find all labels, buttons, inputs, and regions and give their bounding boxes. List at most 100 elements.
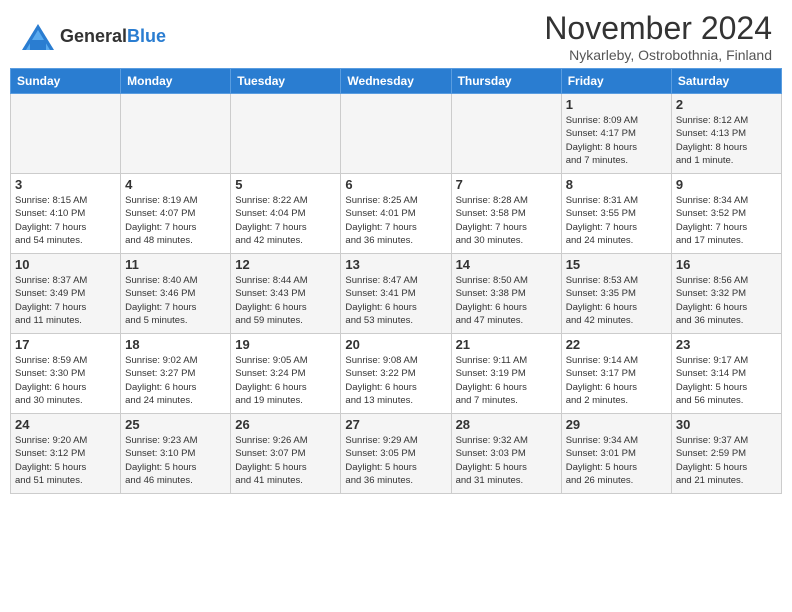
day-number: 15 bbox=[566, 257, 667, 272]
calendar-cell bbox=[341, 94, 451, 174]
calendar-cell: 1 Sunrise: 8:09 AMSunset: 4:17 PMDaylight… bbox=[561, 94, 671, 174]
calendar-cell: 2 Sunrise: 8:12 AMSunset: 4:13 PMDaylight… bbox=[671, 94, 781, 174]
day-info: Sunrise: 9:08 AMSunset: 3:22 PMDaylight:… bbox=[345, 354, 446, 407]
calendar-header-row: SundayMondayTuesdayWednesdayThursdayFrid… bbox=[11, 69, 782, 94]
logo: GeneralBlue bbox=[20, 22, 166, 52]
day-number: 10 bbox=[15, 257, 116, 272]
day-number: 16 bbox=[676, 257, 777, 272]
calendar-cell: 20 Sunrise: 9:08 AMSunset: 3:22 PMDayligh… bbox=[341, 334, 451, 414]
calendar-cell: 24 Sunrise: 9:20 AMSunset: 3:12 PMDayligh… bbox=[11, 414, 121, 494]
day-info: Sunrise: 9:29 AMSunset: 3:05 PMDaylight:… bbox=[345, 434, 446, 487]
day-info: Sunrise: 8:44 AMSunset: 3:43 PMDaylight:… bbox=[235, 274, 336, 327]
calendar-week-4: 24 Sunrise: 9:20 AMSunset: 3:12 PMDayligh… bbox=[11, 414, 782, 494]
day-number: 11 bbox=[125, 257, 226, 272]
day-number: 8 bbox=[566, 177, 667, 192]
day-number: 26 bbox=[235, 417, 336, 432]
day-number: 22 bbox=[566, 337, 667, 352]
day-number: 24 bbox=[15, 417, 116, 432]
header: GeneralBlue November 2024 Nykarleby, Ost… bbox=[0, 0, 792, 68]
day-info: Sunrise: 9:37 AMSunset: 2:59 PMDaylight:… bbox=[676, 434, 777, 487]
calendar-cell: 14 Sunrise: 8:50 AMSunset: 3:38 PMDayligh… bbox=[451, 254, 561, 334]
day-number: 25 bbox=[125, 417, 226, 432]
day-info: Sunrise: 9:32 AMSunset: 3:03 PMDaylight:… bbox=[456, 434, 557, 487]
calendar-cell: 23 Sunrise: 9:17 AMSunset: 3:14 PMDayligh… bbox=[671, 334, 781, 414]
calendar-header-tuesday: Tuesday bbox=[231, 69, 341, 94]
day-info: Sunrise: 8:31 AMSunset: 3:55 PMDaylight:… bbox=[566, 194, 667, 247]
day-info: Sunrise: 8:59 AMSunset: 3:30 PMDaylight:… bbox=[15, 354, 116, 407]
calendar-table: SundayMondayTuesdayWednesdayThursdayFrid… bbox=[10, 68, 782, 494]
calendar-cell: 4 Sunrise: 8:19 AMSunset: 4:07 PMDaylight… bbox=[121, 174, 231, 254]
calendar-week-2: 10 Sunrise: 8:37 AMSunset: 3:49 PMDayligh… bbox=[11, 254, 782, 334]
day-number: 27 bbox=[345, 417, 446, 432]
day-number: 14 bbox=[456, 257, 557, 272]
day-number: 6 bbox=[345, 177, 446, 192]
calendar-cell bbox=[11, 94, 121, 174]
calendar-week-1: 3 Sunrise: 8:15 AMSunset: 4:10 PMDaylight… bbox=[11, 174, 782, 254]
calendar-cell bbox=[121, 94, 231, 174]
day-number: 12 bbox=[235, 257, 336, 272]
calendar-week-0: 1 Sunrise: 8:09 AMSunset: 4:17 PMDaylight… bbox=[11, 94, 782, 174]
calendar-cell: 12 Sunrise: 8:44 AMSunset: 3:43 PMDayligh… bbox=[231, 254, 341, 334]
day-number: 4 bbox=[125, 177, 226, 192]
calendar-cell: 11 Sunrise: 8:40 AMSunset: 3:46 PMDayligh… bbox=[121, 254, 231, 334]
calendar-cell: 8 Sunrise: 8:31 AMSunset: 3:55 PMDaylight… bbox=[561, 174, 671, 254]
day-number: 5 bbox=[235, 177, 336, 192]
day-number: 29 bbox=[566, 417, 667, 432]
day-info: Sunrise: 8:12 AMSunset: 4:13 PMDaylight:… bbox=[676, 114, 777, 167]
calendar-header-saturday: Saturday bbox=[671, 69, 781, 94]
calendar-cell: 17 Sunrise: 8:59 AMSunset: 3:30 PMDayligh… bbox=[11, 334, 121, 414]
day-number: 1 bbox=[566, 97, 667, 112]
calendar-header-wednesday: Wednesday bbox=[341, 69, 451, 94]
day-info: Sunrise: 8:15 AMSunset: 4:10 PMDaylight:… bbox=[15, 194, 116, 247]
day-info: Sunrise: 8:22 AMSunset: 4:04 PMDaylight:… bbox=[235, 194, 336, 247]
logo-icon bbox=[20, 22, 56, 52]
day-info: Sunrise: 9:02 AMSunset: 3:27 PMDaylight:… bbox=[125, 354, 226, 407]
calendar-cell: 22Sunrise: 9:14 AMSunset: 3:17 PMDayligh… bbox=[561, 334, 671, 414]
day-number: 30 bbox=[676, 417, 777, 432]
calendar-cell: 7Sunrise: 8:28 AMSunset: 3:58 PMDaylight… bbox=[451, 174, 561, 254]
calendar-cell: 29Sunrise: 9:34 AMSunset: 3:01 PMDayligh… bbox=[561, 414, 671, 494]
calendar-cell bbox=[231, 94, 341, 174]
day-number: 7 bbox=[456, 177, 557, 192]
calendar-header-sunday: Sunday bbox=[11, 69, 121, 94]
day-number: 23 bbox=[676, 337, 777, 352]
calendar-cell: 13Sunrise: 8:47 AMSunset: 3:41 PMDayligh… bbox=[341, 254, 451, 334]
calendar-cell: 30 Sunrise: 9:37 AMSunset: 2:59 PMDayligh… bbox=[671, 414, 781, 494]
location-title: Nykarleby, Ostrobothnia, Finland bbox=[544, 47, 772, 63]
calendar-cell: 26Sunrise: 9:26 AMSunset: 3:07 PMDayligh… bbox=[231, 414, 341, 494]
day-number: 3 bbox=[15, 177, 116, 192]
day-info: Sunrise: 9:11 AMSunset: 3:19 PMDaylight:… bbox=[456, 354, 557, 407]
calendar-cell: 16 Sunrise: 8:56 AMSunset: 3:32 PMDayligh… bbox=[671, 254, 781, 334]
calendar-cell: 5 Sunrise: 8:22 AMSunset: 4:04 PMDaylight… bbox=[231, 174, 341, 254]
calendar-cell: 9Sunrise: 8:34 AMSunset: 3:52 PMDaylight… bbox=[671, 174, 781, 254]
calendar-cell: 28Sunrise: 9:32 AMSunset: 3:03 PMDayligh… bbox=[451, 414, 561, 494]
calendar-header-thursday: Thursday bbox=[451, 69, 561, 94]
day-number: 18 bbox=[125, 337, 226, 352]
day-info: Sunrise: 9:20 AMSunset: 3:12 PMDaylight:… bbox=[15, 434, 116, 487]
day-info: Sunrise: 8:19 AMSunset: 4:07 PMDaylight:… bbox=[125, 194, 226, 247]
calendar-cell: 18 Sunrise: 9:02 AMSunset: 3:27 PMDayligh… bbox=[121, 334, 231, 414]
calendar-cell: 27 Sunrise: 9:29 AMSunset: 3:05 PMDayligh… bbox=[341, 414, 451, 494]
day-number: 9 bbox=[676, 177, 777, 192]
calendar-cell: 21Sunrise: 9:11 AMSunset: 3:19 PMDayligh… bbox=[451, 334, 561, 414]
day-info: Sunrise: 9:17 AMSunset: 3:14 PMDaylight:… bbox=[676, 354, 777, 407]
title-section: November 2024 Nykarleby, Ostrobothnia, F… bbox=[544, 10, 772, 63]
calendar-cell bbox=[451, 94, 561, 174]
day-info: Sunrise: 8:09 AMSunset: 4:17 PMDaylight:… bbox=[566, 114, 667, 167]
day-info: Sunrise: 8:37 AMSunset: 3:49 PMDaylight:… bbox=[15, 274, 116, 327]
day-info: Sunrise: 8:40 AMSunset: 3:46 PMDaylight:… bbox=[125, 274, 226, 327]
page-container: GeneralBlue November 2024 Nykarleby, Ost… bbox=[0, 0, 792, 612]
logo-text: GeneralBlue bbox=[60, 26, 166, 47]
calendar-header-friday: Friday bbox=[561, 69, 671, 94]
day-number: 2 bbox=[676, 97, 777, 112]
day-info: Sunrise: 9:05 AMSunset: 3:24 PMDaylight:… bbox=[235, 354, 336, 407]
day-info: Sunrise: 8:50 AMSunset: 3:38 PMDaylight:… bbox=[456, 274, 557, 327]
day-number: 13 bbox=[345, 257, 446, 272]
calendar-cell: 3 Sunrise: 8:15 AMSunset: 4:10 PMDaylight… bbox=[11, 174, 121, 254]
day-info: Sunrise: 9:23 AMSunset: 3:10 PMDaylight:… bbox=[125, 434, 226, 487]
day-number: 17 bbox=[15, 337, 116, 352]
day-number: 19 bbox=[235, 337, 336, 352]
day-info: Sunrise: 8:56 AMSunset: 3:32 PMDaylight:… bbox=[676, 274, 777, 327]
calendar-week-3: 17 Sunrise: 8:59 AMSunset: 3:30 PMDayligh… bbox=[11, 334, 782, 414]
day-number: 20 bbox=[345, 337, 446, 352]
